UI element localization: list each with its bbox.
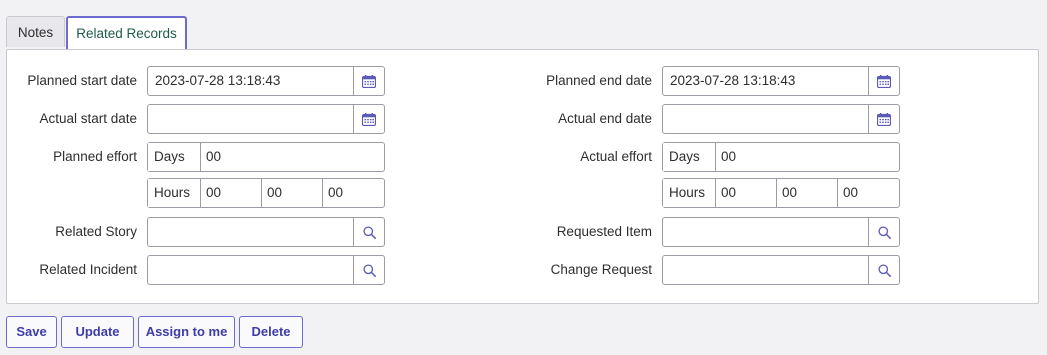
change-request-input[interactable]: [663, 256, 868, 284]
related-records-panel: Planned start date Actual start date: [6, 49, 1039, 304]
calendar-icon: [362, 112, 376, 126]
search-icon: [362, 263, 376, 277]
save-button[interactable]: Save: [6, 316, 57, 348]
planned-effort-days-input[interactable]: 00: [201, 143, 384, 171]
tab-notes[interactable]: Notes: [6, 16, 65, 47]
related-story-lookup-button[interactable]: [353, 218, 384, 246]
actual-effort-hours-input[interactable]: 00: [716, 179, 777, 207]
actual-effort-label: Actual effort: [580, 149, 652, 164]
planned-effort-days-unit: Days: [148, 143, 201, 171]
planned-effort-hours-input[interactable]: 00: [201, 179, 262, 207]
actual-effort-seconds-input[interactable]: 00: [838, 179, 899, 207]
planned-end-calendar-button[interactable]: [868, 67, 899, 95]
requested-item-field: [662, 217, 900, 247]
planned-effort-days-field: Days 00: [147, 142, 385, 172]
calendar-icon: [877, 112, 891, 126]
actual-effort-days-unit: Days: [663, 143, 716, 171]
update-button[interactable]: Update: [61, 316, 134, 348]
actual-start-calendar-button[interactable]: [353, 105, 384, 133]
planned-effort-minutes-input[interactable]: 00: [262, 179, 323, 207]
actual-start-date-field: [147, 104, 385, 134]
requested-item-label: Requested Item: [556, 224, 652, 239]
actual-end-date-field: [662, 104, 900, 134]
search-icon: [877, 263, 891, 277]
planned-start-date-input[interactable]: [148, 67, 353, 95]
related-incident-label: Related Incident: [39, 262, 137, 277]
actual-effort-hours-unit: Hours: [663, 179, 716, 207]
actual-effort-days-field: Days 00: [662, 142, 900, 172]
tab-related-records[interactable]: Related Records: [66, 16, 187, 50]
change-request-label: Change Request: [550, 262, 652, 277]
planned-end-date-label: Planned end date: [546, 73, 652, 88]
planned-effort-hours-unit: Hours: [148, 179, 201, 207]
related-story-field: [147, 217, 385, 247]
delete-button[interactable]: Delete: [239, 316, 303, 348]
planned-end-date-input[interactable]: [663, 67, 868, 95]
change-request-field: [662, 255, 900, 285]
search-icon: [362, 225, 376, 239]
planned-start-date-field: [147, 66, 385, 96]
actual-end-date-label: Actual end date: [558, 111, 652, 126]
planned-effort-seconds-input[interactable]: 00: [323, 179, 384, 207]
planned-start-calendar-button[interactable]: [353, 67, 384, 95]
calendar-icon: [877, 74, 891, 88]
form-root: Notes Related Records Planned start date: [0, 0, 1047, 355]
assign-to-me-button[interactable]: Assign to me: [138, 316, 235, 348]
related-incident-lookup-button[interactable]: [353, 256, 384, 284]
requested-item-input[interactable]: [663, 218, 868, 246]
actual-effort-days-input[interactable]: 00: [716, 143, 899, 171]
actual-start-date-label: Actual start date: [39, 111, 137, 126]
search-icon: [877, 225, 891, 239]
actual-start-date-input[interactable]: [148, 105, 353, 133]
planned-start-date-label: Planned start date: [27, 73, 137, 88]
related-story-label: Related Story: [55, 224, 137, 239]
actual-end-date-input[interactable]: [663, 105, 868, 133]
related-incident-input[interactable]: [148, 256, 353, 284]
actual-effort-minutes-input[interactable]: 00: [777, 179, 838, 207]
requested-item-lookup-button[interactable]: [868, 218, 899, 246]
related-incident-field: [147, 255, 385, 285]
actual-end-calendar-button[interactable]: [868, 105, 899, 133]
planned-end-date-field: [662, 66, 900, 96]
calendar-icon: [362, 74, 376, 88]
planned-effort-label: Planned effort: [53, 149, 137, 164]
change-request-lookup-button[interactable]: [868, 256, 899, 284]
related-story-input[interactable]: [148, 218, 353, 246]
planned-effort-hours-field: Hours 00 00 00: [147, 178, 385, 208]
actual-effort-hours-field: Hours 00 00 00: [662, 178, 900, 208]
